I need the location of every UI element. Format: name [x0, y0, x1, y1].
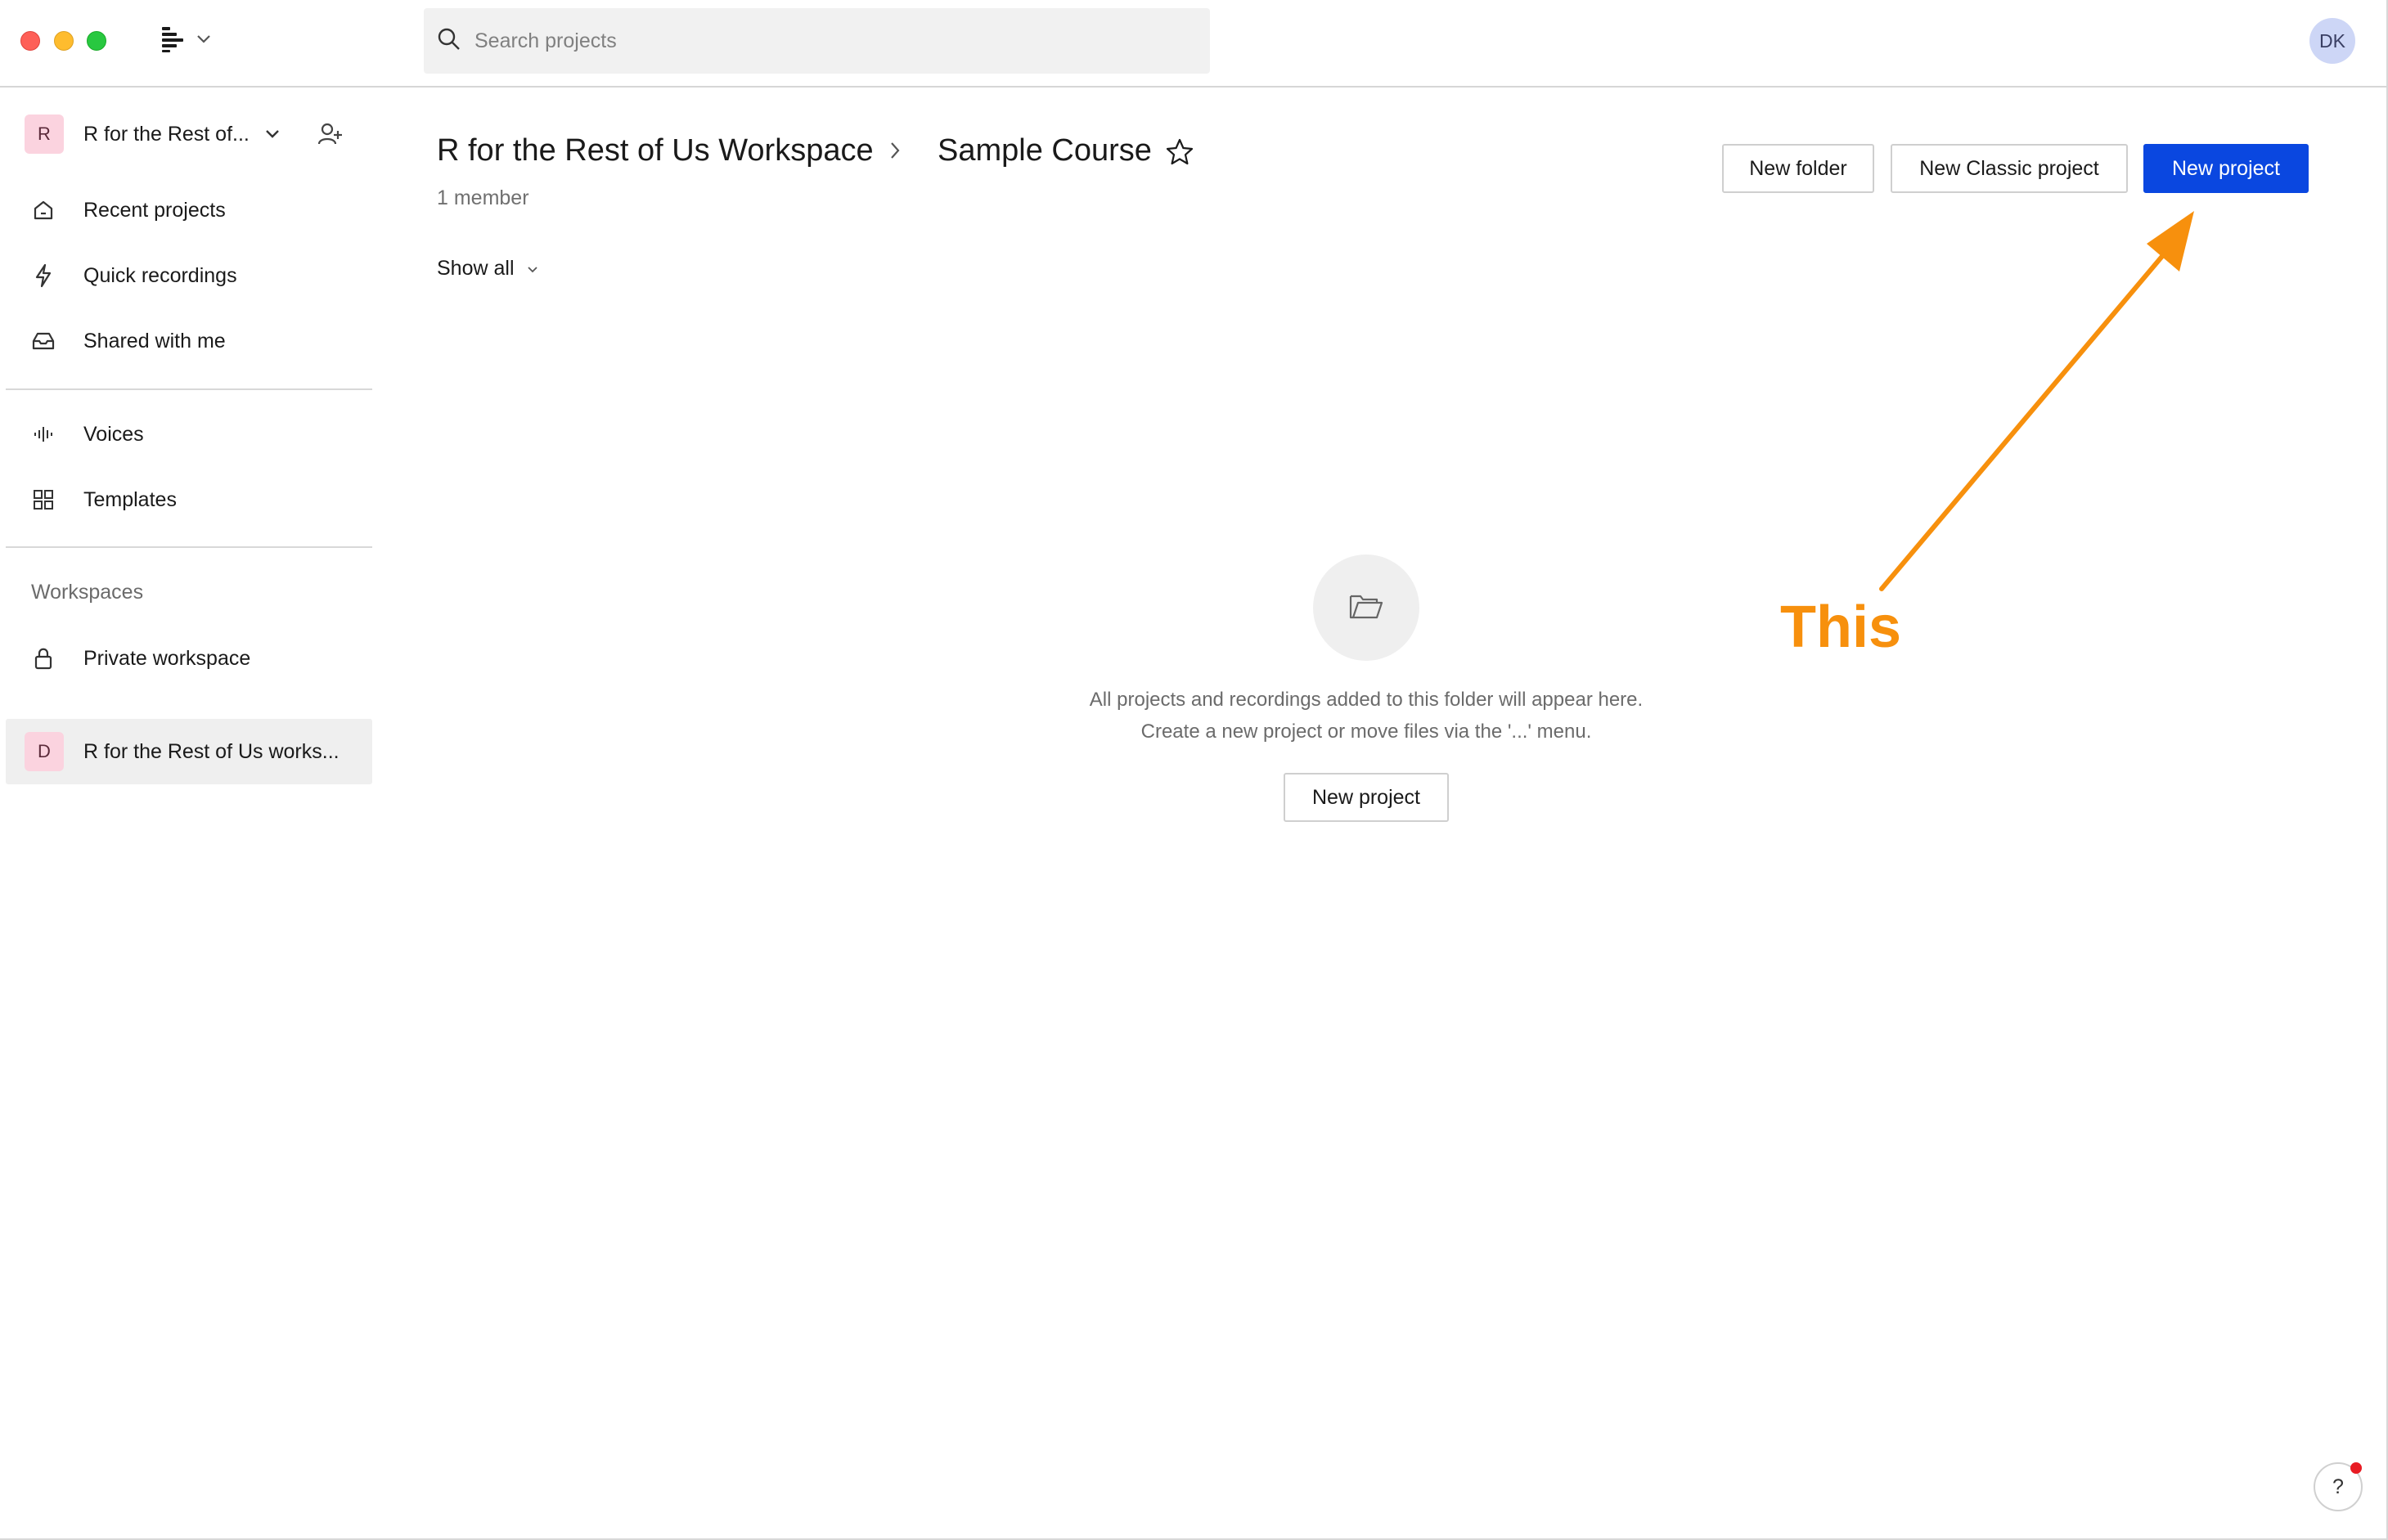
zoom-window-button[interactable]: [87, 31, 106, 51]
empty-state-hint: Create a new project or move files via t…: [1140, 721, 1592, 743]
new-classic-project-button[interactable]: New Classic project: [1891, 144, 2128, 193]
annotation-label: This: [1780, 595, 1902, 660]
chevron-right-icon: [888, 141, 902, 164]
lock-icon: [31, 646, 56, 671]
sidebar-item-label: Templates: [83, 487, 177, 511]
search-icon: [437, 27, 461, 56]
app-window: DK R R for the Rest of... Recent project…: [0, 0, 2388, 1540]
folder-open-icon: [1348, 591, 1384, 625]
chevron-down-icon: [264, 128, 281, 140]
add-user-icon: [317, 123, 343, 150]
sidebar-divider: [6, 546, 372, 548]
notification-dot: [2350, 1462, 2362, 1474]
workspace-switcher[interactable]: R R for the Rest of...: [25, 113, 352, 155]
help-label: ?: [2332, 1475, 2344, 1498]
waveform-icon: [31, 422, 56, 447]
filter-label: Show all: [437, 257, 515, 280]
sidebar-item-label: Voices: [83, 422, 144, 446]
minimize-window-button[interactable]: [54, 31, 74, 51]
new-folder-button[interactable]: New folder: [1722, 144, 1874, 193]
sidebar-item-templates[interactable]: Templates: [31, 478, 367, 521]
lightning-icon: [31, 263, 56, 288]
sidebar-item-active-workspace[interactable]: D R for the Rest of Us works...: [6, 719, 372, 784]
sidebar-item-label: Recent projects: [83, 198, 226, 222]
sidebar-item-private-workspace[interactable]: Private workspace: [31, 637, 367, 680]
search-input[interactable]: [474, 29, 1178, 53]
workspace-badge: D: [25, 732, 64, 771]
filter-dropdown[interactable]: Show all: [437, 257, 539, 281]
close-window-button[interactable]: [20, 31, 40, 51]
sidebar-item-recent-projects[interactable]: Recent projects: [31, 189, 367, 231]
app-logo-icon: [160, 25, 185, 57]
sidebar-divider: [6, 388, 372, 390]
grid-icon: [31, 487, 56, 512]
sidebar: R R for the Rest of... Recent projects Q…: [0, 88, 376, 1538]
empty-state-illustration: [1313, 554, 1419, 661]
empty-state-new-project-button[interactable]: New project: [1284, 773, 1449, 822]
sidebar-item-voices[interactable]: Voices: [31, 413, 367, 456]
page-title: Sample Course: [938, 133, 1152, 168]
workspace-badge: R: [25, 114, 64, 154]
star-icon[interactable]: [1165, 137, 1194, 171]
breadcrumb-workspace-link[interactable]: R for the Rest of Us Workspace: [437, 133, 874, 168]
sidebar-item-label: Private workspace: [83, 646, 251, 670]
home-icon: [31, 198, 56, 222]
sidebar-item-label: Quick recordings: [83, 263, 237, 287]
chevron-down-icon: [196, 34, 211, 48]
workspace-name: R for the Rest of...: [83, 122, 250, 146]
sidebar-item-shared-with-me[interactable]: Shared with me: [31, 320, 367, 362]
annotation-arrow: [1879, 211, 2194, 591]
sidebar-item-label: Shared with me: [83, 329, 226, 352]
inbox-icon: [31, 329, 56, 353]
invite-member-button[interactable]: [316, 121, 345, 150]
member-count: 1 member: [437, 186, 529, 209]
new-project-button[interactable]: New project: [2143, 144, 2309, 193]
search-bar[interactable]: [424, 8, 1210, 74]
top-bar: DK: [0, 0, 2386, 88]
sidebar-item-quick-recordings[interactable]: Quick recordings: [31, 254, 367, 297]
workspaces-section-label: Workspaces: [31, 581, 144, 604]
user-avatar[interactable]: DK: [2309, 18, 2355, 64]
chevron-down-icon: [526, 257, 539, 281]
workspace-name: R for the Rest of Us works...: [83, 739, 340, 763]
empty-state-message: All projects and recordings added to thi…: [1089, 689, 1644, 711]
app-menu-button[interactable]: [160, 25, 219, 57]
